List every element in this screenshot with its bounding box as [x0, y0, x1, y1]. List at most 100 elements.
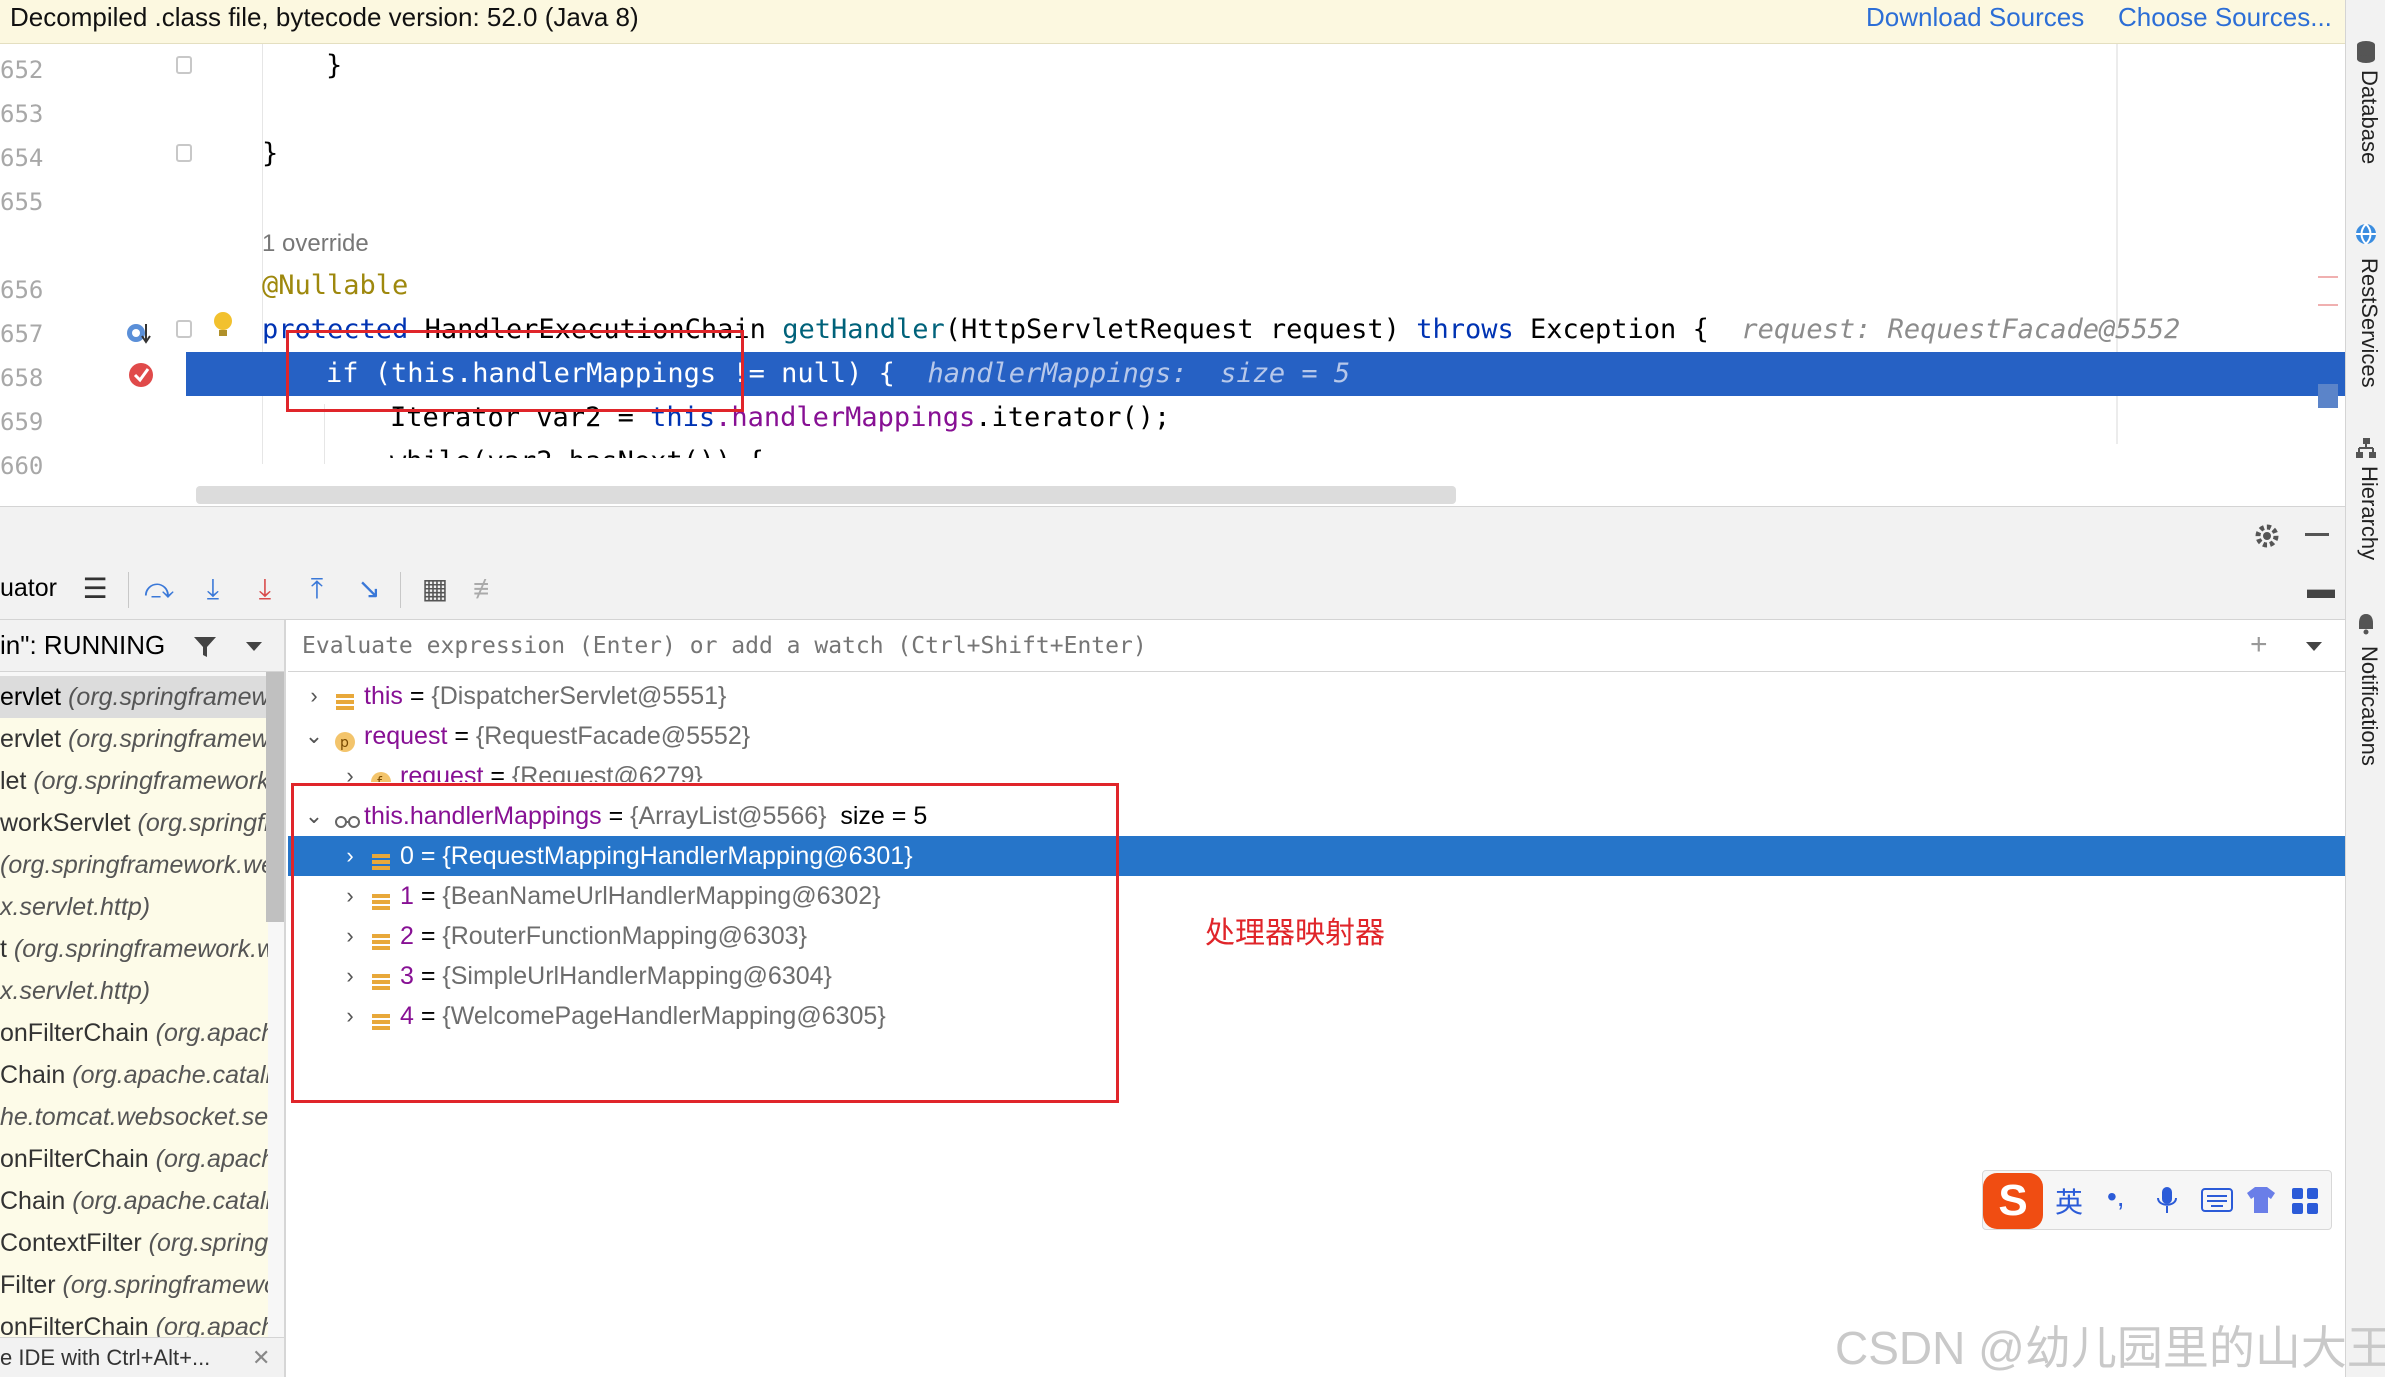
stack-frame[interactable]: he.tomcat.websocket.ser [0, 1096, 268, 1138]
variable-text: 4 = {WelcomePageHandlerMapping@6305} [400, 996, 886, 1036]
stack-frame[interactable]: Chain (org.apache.catalin [0, 1180, 268, 1222]
closing-brace: } [262, 138, 279, 169]
override-method-icon[interactable] [124, 318, 154, 348]
chevron-right-icon[interactable]: › [338, 916, 362, 956]
thread-selector[interactable]: in": RUNNING [0, 620, 284, 672]
error-stripe-marker[interactable] [2318, 304, 2338, 306]
stack-frame[interactable]: let (org.springframework [0, 760, 268, 802]
ime-floating-toolbar[interactable]: S 英 •, [1982, 1170, 2332, 1230]
chevron-down-icon[interactable]: ⌄ [302, 716, 326, 756]
code-editor[interactable]: 652 653 654 655 656 657 658 659 660 } } … [0, 44, 2345, 506]
code-line[interactable]: Iterator var2 = this.handlerMappings.ite… [186, 396, 2345, 440]
stack-frame[interactable]: (org.springframework.we [0, 844, 268, 886]
stack-frame[interactable]: ContextFilter (org.springfr [0, 1222, 268, 1264]
stack-frame[interactable]: workServlet (org.springfra [0, 802, 268, 844]
stack-frame[interactable]: ervlet (org.springframew [0, 676, 268, 718]
stack-frame[interactable]: t (org.springframework.w [0, 928, 268, 970]
chevron-down-icon[interactable] [2304, 640, 2324, 654]
menu-icon[interactable]: ☰ [78, 572, 112, 606]
variable-value: {WelcomePageHandlerMapping@6305} [442, 1002, 886, 1030]
chevron-right-icon[interactable]: › [338, 756, 362, 782]
force-step-into-icon[interactable]: ⤓ [248, 572, 282, 606]
step-out-icon[interactable]: ⤒ [300, 572, 334, 606]
breakpoint-icon[interactable] [126, 360, 156, 390]
variable-size: size = 5 [826, 802, 928, 830]
trace-stream-icon[interactable]: ≢ [470, 572, 504, 606]
stack-frame[interactable]: onFilterChain (org.apache [0, 1012, 268, 1054]
skin-icon[interactable] [2245, 1185, 2277, 1215]
layout-settings-icon[interactable]: ▬ [2304, 572, 2338, 606]
frame-package: (org.apache.catalin [72, 1061, 268, 1089]
chevron-right-icon[interactable]: › [338, 876, 362, 916]
variable-row[interactable]: › 3 = {SimpleUrlHandlerMapping@6304} [288, 956, 2345, 996]
rest-services-tab[interactable]: RestServices [2350, 258, 2382, 388]
code-line[interactable]: } [186, 132, 2345, 176]
stack-frame[interactable]: Filter (org.springframewc [0, 1264, 268, 1306]
chevron-down-icon[interactable]: ⌄ [302, 796, 326, 836]
evaluate-expression-input[interactable] [302, 630, 2202, 662]
variable-equals: = [413, 842, 443, 870]
bell-icon [2359, 614, 2373, 635]
download-sources-link[interactable]: Download Sources [1866, 2, 2084, 33]
run-to-cursor-icon[interactable]: ↘ [352, 572, 386, 606]
frame-package: (org.springframework [33, 767, 268, 795]
variable-row[interactable]: › this = {DispatcherServlet@5551} [288, 676, 2345, 716]
frame-package: (org.apache [155, 1019, 268, 1047]
chevron-right-icon[interactable]: › [338, 956, 362, 996]
hierarchy-tab[interactable]: Hierarchy [2350, 466, 2382, 560]
variable-value: {DispatcherServlet@5551} [431, 682, 727, 710]
override-hint[interactable]: 1 override [262, 230, 369, 258]
error-stripe-marker[interactable] [2318, 276, 2338, 278]
chevron-right-icon[interactable]: › [338, 996, 362, 1036]
stack-frame[interactable]: Chain (org.apache.catalin [0, 1054, 268, 1096]
code-line[interactable]: while(var2.hasNext()) { [186, 440, 2345, 458]
variable-equals: = [402, 682, 432, 710]
hierarchy-icon [2356, 438, 2376, 458]
variable-name: request [400, 762, 484, 790]
stack-frame[interactable]: ervlet (org.springframew [0, 718, 268, 760]
variable-row[interactable]: ⌄ p request = {RequestFacade@5552} [288, 716, 2345, 756]
minimize-icon[interactable] [2305, 533, 2329, 536]
microphone-icon[interactable] [2155, 1185, 2179, 1217]
variable-name: this.handlerMappings [364, 802, 602, 830]
gear-icon[interactable] [2252, 521, 2282, 551]
step-into-icon[interactable]: ⤓ [196, 572, 230, 606]
chevron-down-icon[interactable] [244, 640, 264, 654]
variable-row[interactable]: › f request = {Request@6279} [288, 756, 2345, 790]
ime-punctuation-toggle[interactable]: •, [2107, 1181, 2125, 1213]
grid-menu-icon[interactable] [2291, 1187, 2319, 1215]
filter-icon[interactable] [192, 634, 218, 660]
chevron-right-icon[interactable]: › [338, 836, 362, 876]
notifications-tab[interactable]: Notifications [2350, 646, 2382, 766]
chevron-right-icon[interactable]: › [302, 676, 326, 716]
variable-row[interactable]: ⌄ this.handlerMappings = {ArrayList@5566}… [288, 796, 2345, 836]
field-icon [334, 685, 356, 710]
ime-logo[interactable]: S [1983, 1173, 2043, 1229]
database-tab[interactable]: Database [2350, 70, 2382, 164]
globe-icon [2356, 223, 2376, 245]
code-line[interactable]: @Nullable [186, 264, 2345, 308]
ime-language-toggle[interactable]: 英 [2055, 1181, 2083, 1221]
choose-sources-link[interactable]: Choose Sources... [2118, 2, 2332, 33]
debugger-toolbar: uator ☰ ⤼ ⤓ ⤓ ⤒ ↘ ▦ ≢ ▬ [0, 560, 2345, 620]
close-icon[interactable]: ✕ [252, 1338, 270, 1377]
add-watch-icon[interactable]: + [2250, 628, 2268, 662]
scroll-position-marker[interactable] [2318, 384, 2338, 408]
code-line-signature[interactable]: protected HandlerExecutionChain getHandl… [186, 308, 2345, 352]
keyboard-icon[interactable] [2201, 1187, 2233, 1213]
debugger-tab-label[interactable]: uator [0, 574, 57, 603]
frame-package: (org.springfr [148, 1229, 268, 1257]
code-line[interactable]: } [186, 44, 2345, 88]
stack-frame[interactable]: x.servlet.http) [0, 886, 268, 928]
editor-horizontal-scrollbar[interactable] [196, 486, 1456, 504]
variable-row[interactable]: › 4 = {WelcomePageHandlerMapping@6305} [288, 996, 2345, 1036]
svg-text:p: p [340, 735, 349, 751]
frames-scrollbar[interactable] [266, 672, 284, 922]
stack-frame[interactable]: x.servlet.http) [0, 970, 268, 1012]
stack-frame[interactable]: onFilterChain (org.apache [0, 1138, 268, 1180]
code-line-execution-point[interactable]: if (this.handlerMappings != null) { hand… [186, 352, 2345, 396]
lightbulb-icon[interactable] [212, 310, 234, 340]
variable-row[interactable]: › 0 = {RequestMappingHandlerMapping@6301} [288, 836, 2345, 876]
step-over-icon[interactable]: ⤼ [142, 572, 176, 606]
evaluate-expression-icon[interactable]: ▦ [418, 572, 452, 606]
